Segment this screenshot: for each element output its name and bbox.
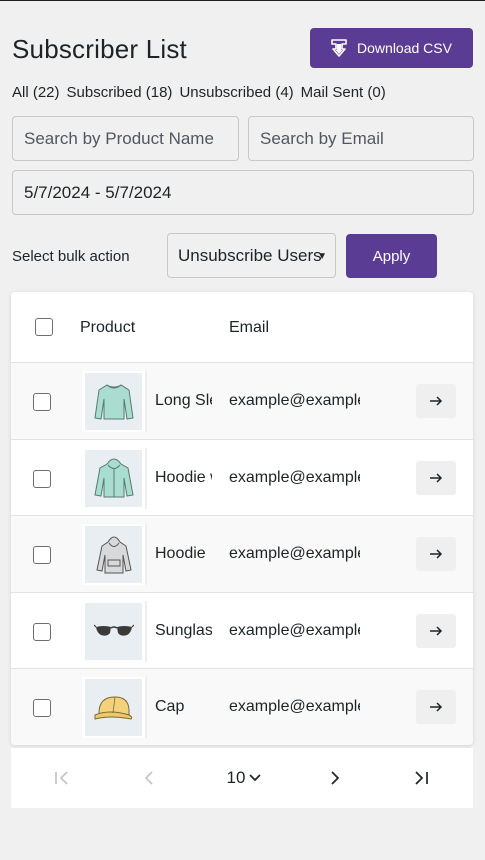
- table-row: Long Sleeve Tee example@example.com: [11, 363, 473, 440]
- table-body: Long Sleeve Tee example@example.com Hood…: [11, 363, 473, 745]
- hoodie-icon: [95, 536, 132, 573]
- product-name: Long Sleeve Tee: [155, 392, 212, 409]
- chevron-down-icon: [249, 774, 262, 782]
- product-thumbnail: [82, 677, 147, 738]
- row-checkbox[interactable]: [33, 699, 51, 717]
- subscriber-email: example@example.com: [229, 392, 360, 409]
- cap-icon: [94, 695, 132, 720]
- search-email-input[interactable]: Search by Email: [248, 116, 474, 161]
- first-page-button[interactable]: [53, 767, 73, 789]
- arrow-right-icon: [430, 625, 443, 636]
- filter-unsubscribed[interactable]: Unsubscribed (4): [179, 84, 293, 101]
- long-sleeve-icon: [93, 383, 134, 420]
- product-thumbnail: [82, 371, 147, 432]
- filter-mail-sent[interactable]: Mail Sent (0): [301, 84, 386, 101]
- product-name: Cap: [155, 698, 185, 715]
- previous-page-button[interactable]: [141, 767, 157, 789]
- view-details-button[interactable]: [416, 460, 456, 495]
- download-csv-label: Download CSV: [357, 40, 452, 56]
- select-all-checkbox[interactable]: [35, 318, 53, 336]
- column-product: Product: [80, 319, 136, 336]
- table-row: Cap example@example.com: [11, 669, 473, 745]
- chevron-down-icon: ▼: [317, 251, 327, 262]
- view-details-button[interactable]: [416, 690, 456, 724]
- chevron-left-icon: [144, 771, 153, 785]
- next-page-button[interactable]: [327, 767, 343, 789]
- status-filters: All (22) Subscribed (18) Unsubscribed (4…: [12, 84, 386, 101]
- view-details-button[interactable]: [416, 537, 456, 571]
- bulk-action-select[interactable]: Unsubscribe Users ▼: [167, 233, 336, 278]
- view-details-button[interactable]: [416, 384, 456, 418]
- zip-hoodie-icon: [93, 458, 134, 498]
- search-product-placeholder: Search by Product Name: [24, 128, 214, 148]
- sunglasses-icon: [93, 624, 134, 636]
- arrow-right-icon: [430, 472, 443, 483]
- top-border: [0, 0, 485, 1]
- date-range-picker[interactable]: 5/7/2024 - 5/7/2024: [12, 170, 474, 215]
- product-thumbnail: [82, 447, 147, 509]
- row-checkbox[interactable]: [33, 622, 51, 641]
- column-email: Email: [229, 319, 270, 336]
- page-size-select[interactable]: 10: [222, 767, 266, 789]
- subscriber-email: example@example.com: [229, 698, 360, 715]
- row-checkbox[interactable]: [33, 546, 51, 564]
- page-size-value: 10: [226, 768, 246, 787]
- search-product-input[interactable]: Search by Product Name: [12, 116, 239, 161]
- subscriber-table: Product Email Long Sleeve Tee example@ex…: [11, 292, 473, 745]
- bulk-action-label: Select bulk action: [12, 248, 130, 265]
- subscriber-email: example@example.com: [229, 621, 360, 639]
- last-page-button[interactable]: [410, 767, 430, 789]
- table-header: Product Email: [11, 292, 473, 363]
- product-thumbnail: [82, 600, 147, 662]
- view-details-button[interactable]: [416, 613, 456, 648]
- pagination: 10: [11, 748, 473, 808]
- date-range-value: 5/7/2024 - 5/7/2024: [24, 182, 172, 202]
- row-checkbox[interactable]: [33, 393, 51, 411]
- arrow-right-icon: [430, 702, 443, 712]
- product-name: Hoodie with Zipper: [155, 468, 212, 486]
- filter-all[interactable]: All (22): [12, 84, 60, 101]
- row-checkbox[interactable]: [33, 469, 51, 488]
- download-csv-button[interactable]: Download CSV: [310, 28, 473, 68]
- product-thumbnail: [82, 524, 147, 585]
- search-email-placeholder: Search by Email: [260, 128, 384, 148]
- last-page-icon: [415, 771, 428, 785]
- bulk-action-value: Unsubscribe Users: [178, 245, 322, 265]
- product-name: Hoodie: [155, 545, 206, 562]
- chevron-right-icon: [331, 771, 340, 785]
- product-name: Sunglasses: [155, 621, 212, 639]
- first-page-icon: [55, 771, 68, 785]
- download-icon: [331, 39, 347, 57]
- table-row: Sunglasses example@example.com: [11, 593, 473, 669]
- filter-subscribed[interactable]: Subscribed (18): [67, 84, 173, 101]
- apply-button[interactable]: Apply: [346, 234, 437, 278]
- subscriber-email: example@example.com: [229, 468, 360, 486]
- arrow-right-icon: [430, 549, 443, 559]
- subscriber-email: example@example.com: [229, 545, 360, 562]
- table-row: Hoodie with Zipper example@example.com: [11, 440, 473, 516]
- page-title: Subscriber List: [12, 34, 187, 64]
- table-row: Hoodie example@example.com: [11, 516, 473, 593]
- arrow-right-icon: [430, 396, 443, 406]
